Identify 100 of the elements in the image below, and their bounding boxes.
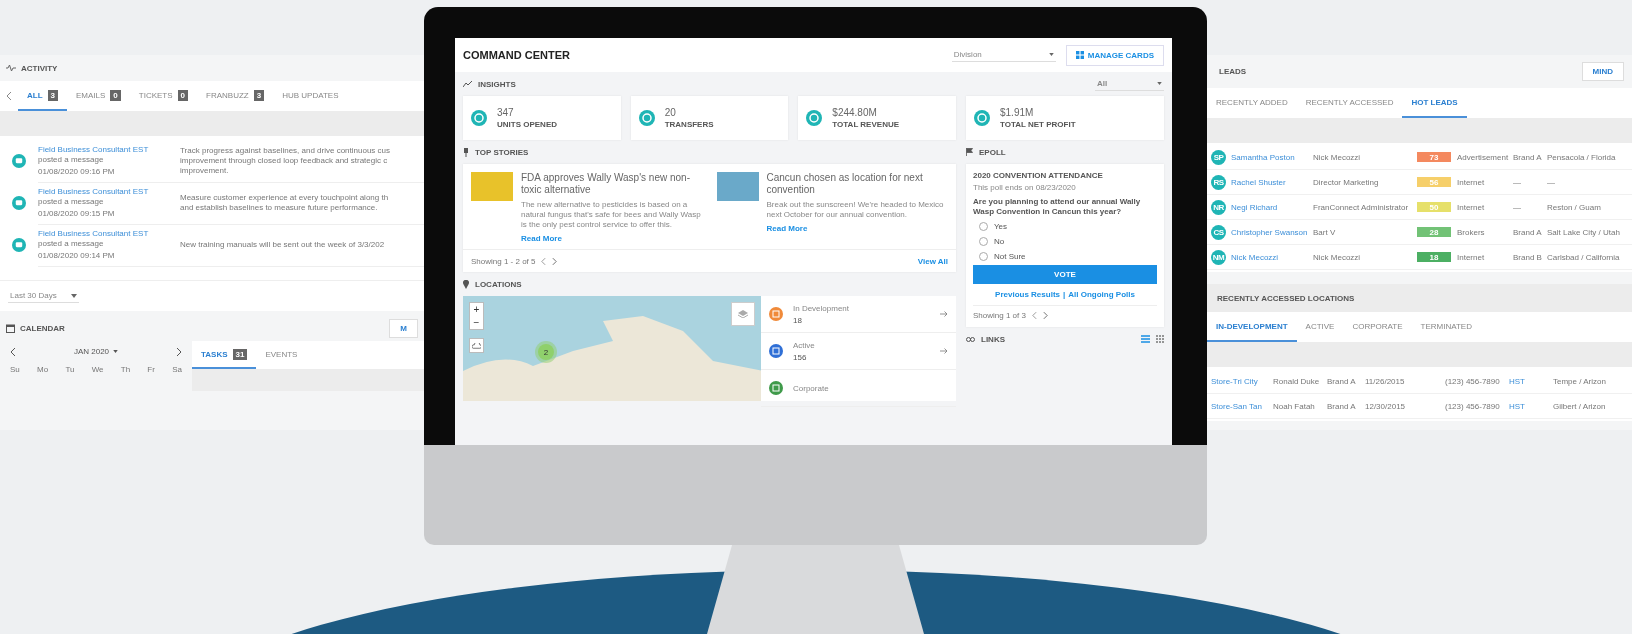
tab[interactable]: RECENTLY ACCESSED (1296, 88, 1403, 118)
tab[interactable]: EMAILS 0 (67, 81, 130, 111)
read-more-link[interactable]: Read More (521, 234, 703, 243)
layers-button[interactable] (731, 302, 755, 326)
author-link[interactable]: Field Business Consultant EST (38, 187, 149, 196)
grid-icon (1075, 51, 1084, 59)
lead-name-link[interactable]: Negi Richard (1231, 202, 1313, 212)
tab[interactable]: EVENTS (256, 341, 307, 369)
story-text: Break out the sunscreen! We're headed to Mexico next October for our annual convention. (766, 200, 945, 220)
table-cell-text: (123) 456-7890 (1445, 401, 1501, 411)
flag-icon (966, 148, 973, 156)
avatar-initials: RS (1211, 174, 1226, 190)
status-count: 18 (793, 315, 803, 325)
table-cell-text: Noah Fatah (1273, 401, 1316, 411)
coin-icon (471, 110, 487, 126)
location-link[interactable]: Store-San Tan (1211, 401, 1273, 411)
chevron-right-icon[interactable] (176, 347, 182, 356)
division-dropdown[interactable]: Division (951, 48, 1056, 62)
map-cluster-marker[interactable]: 2 (538, 344, 554, 360)
table-cell-text: — (1513, 202, 1522, 212)
timestamp: 01/08/2020 09:14 PM (38, 251, 116, 260)
range-dropdown[interactable]: Last 30 Days (8, 289, 79, 303)
grid-view-icon[interactable] (1156, 335, 1164, 343)
lead-name-link[interactable]: Christopher Swanson (1231, 227, 1313, 237)
table-cell-text: Tempe / Arizon (1553, 376, 1607, 386)
author-link[interactable]: Field Business Consultant EST (38, 229, 149, 238)
count-badge: 3 (253, 89, 265, 101)
pagination-text: Showing 1 of 3 (973, 311, 1026, 320)
previous-results-link[interactable]: Previous Results (995, 290, 1060, 299)
table-cell-text: Brand A (1513, 152, 1543, 162)
arrow-right-icon[interactable] (940, 348, 948, 354)
coin-icon (974, 110, 990, 126)
avatar-initials: NR (1211, 199, 1226, 215)
message-icon (12, 154, 26, 168)
view-all-link[interactable]: View All (917, 256, 948, 266)
radio-button[interactable] (979, 236, 988, 246)
section-title: LEADS (1219, 67, 1247, 76)
timestamp: 01/08/2020 09:15 PM (38, 209, 116, 218)
table-cell-text: Nick Mecozzi (1313, 152, 1362, 162)
layers-icon (738, 310, 748, 318)
month-selector[interactable]: JAN 2020 (73, 347, 119, 356)
leads-button[interactable]: MIND (1581, 62, 1624, 81)
poll-question: Are you planning to attend our annual Wally Wasp Convention in Cancun this year? (973, 197, 1142, 217)
table-cell-text: 12/30/2015 (1365, 401, 1407, 411)
timestamp: 01/08/2020 09:16 PM (38, 167, 116, 176)
pagination-text: Showing 1 - 2 of 5 (471, 256, 536, 266)
radio-button[interactable] (979, 221, 988, 231)
author-link[interactable]: Field Business Consultant EST (38, 145, 149, 154)
message-text: Track progress against baselines, and drive continuous cus (180, 145, 392, 156)
status-count: 156 (793, 352, 808, 362)
lead-name-link[interactable]: Rachel Shuster (1231, 177, 1313, 187)
lead-name-link[interactable]: Nick Mecozzi (1231, 252, 1313, 262)
vote-button[interactable]: VOTE (973, 265, 1157, 284)
score-bar: 28 (1417, 227, 1451, 237)
tab[interactable]: HUB UPDATES (273, 81, 348, 111)
message-text: Measure customer experience at every touchpoint along th (180, 192, 390, 203)
tab[interactable]: CORPORATE (1343, 312, 1412, 342)
arrow-right-icon[interactable] (940, 311, 948, 317)
map[interactable]: + − 2 (463, 296, 761, 401)
location-link[interactable]: Store-Tri City (1211, 376, 1273, 386)
tab[interactable]: TERMINATED (1411, 312, 1481, 342)
section-title: CALENDAR (20, 323, 65, 333)
stat-value: $244.80M (832, 107, 878, 118)
filter-dropdown[interactable]: All (1095, 77, 1164, 91)
tab[interactable]: TICKETS 0 (129, 81, 198, 111)
shape-button[interactable] (469, 338, 484, 353)
table-cell-text: — (1513, 177, 1522, 187)
tab[interactable]: RECENTLY ADDED (1207, 88, 1297, 118)
table-cell-text: Ronald Duke (1273, 376, 1321, 386)
table-cell-text: Nick Mecozzi (1313, 252, 1362, 262)
list-view-icon[interactable] (1141, 335, 1150, 343)
message-icon (12, 196, 26, 210)
tab[interactable]: ACTIVE (1296, 312, 1344, 342)
manage-cards-button[interactable]: MANAGE CARDS (1065, 44, 1164, 66)
tab[interactable]: FRANBUZZ 3 (197, 81, 274, 111)
poll-title: 2020 CONVENTION ATTENDANCE (973, 171, 1104, 180)
caret-icon (113, 350, 119, 353)
section-title: RECENTLY ACCESSED LOCATIONS (1217, 293, 1355, 303)
lead-name-link[interactable]: Samantha Poston (1231, 152, 1313, 162)
table-cell-text: Internet (1457, 177, 1486, 187)
timezone-link[interactable]: HST (1509, 401, 1553, 411)
calendar-button[interactable]: M (389, 318, 418, 338)
cloud-icon (472, 342, 481, 349)
status-label: In Development (793, 303, 851, 313)
read-more-link[interactable]: Read More (766, 224, 948, 233)
avatar-initials: SP (1211, 149, 1226, 165)
table-cell-text: Director Marketing (1313, 177, 1380, 187)
chevron-left-icon[interactable] (10, 347, 16, 356)
timezone-link[interactable]: HST (1509, 376, 1553, 386)
ongoing-polls-link[interactable]: All Ongoing Polls (1068, 290, 1135, 299)
table-cell-text: Bart V (1313, 227, 1337, 237)
chevron-left-icon[interactable] (6, 92, 12, 100)
section-title: INSIGHTS (478, 79, 516, 89)
section-title: LOCATIONS (475, 279, 522, 289)
radio-button[interactable] (979, 251, 988, 261)
table-cell-text: Brand A (1327, 376, 1357, 386)
count-badge: 0 (110, 89, 121, 101)
table-cell-text: Internet (1457, 252, 1486, 262)
status-label: Active (793, 340, 816, 350)
table-cell-text: Advertisement (1457, 152, 1510, 162)
